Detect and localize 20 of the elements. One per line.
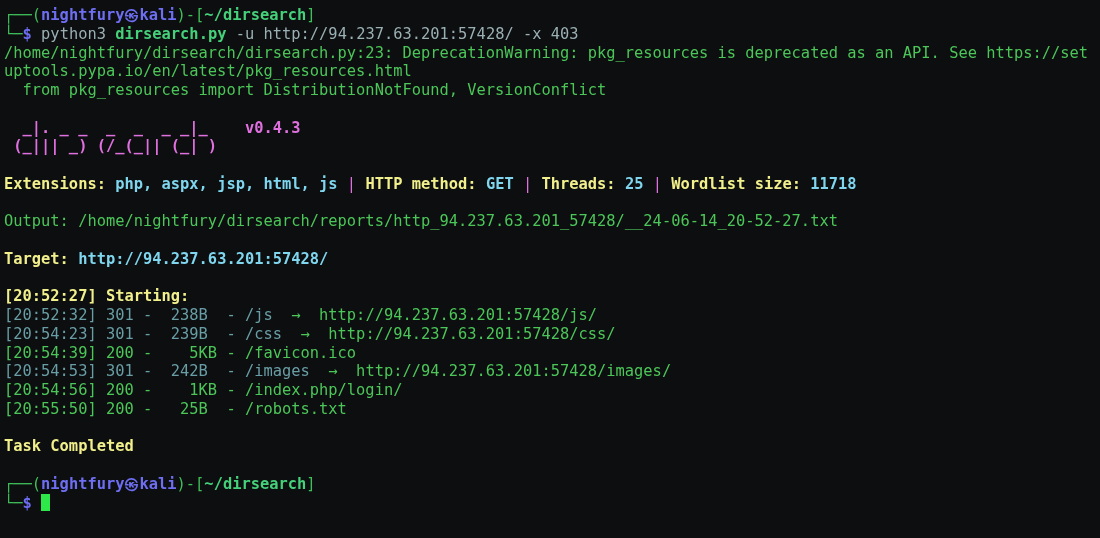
terminal-line: _|. _ _ _ _ _ _|_ v0.4.3 xyxy=(21,118,301,138)
terminal-line: [20:52:32] 301 - 238B - /js → http://94.237.63.201:57428/js/ xyxy=(4,306,598,325)
terminal-line: Output: /home/nightfury/dirsearch/reports/http_94.237.63.201_57428/__24-06-14_20-52-27.txt xyxy=(4,212,838,231)
terminal-line: Extensions: php, aspx, jsp, html, js | HTTP method: GET | Threads: 25 | Wordlist size: 11718 xyxy=(4,174,857,194)
terminal-line: [20:55:50] 200 - 25B - /robots.txt xyxy=(4,399,347,419)
terminal-line: Task Completed xyxy=(4,437,134,456)
terminal-line: └─$ xyxy=(4,493,32,513)
terminal-line: [20:54:53] 301 - 242B - /images → http://94.237.63.201:57428/images/ xyxy=(4,362,672,381)
terminal-line: /home/nightfury/dirsearch/dirsearch.py:23: DeprecationWarning: pkg_resources is deprecated as an API. See https://set xyxy=(4,43,1089,63)
terminal-line: from pkg_resources import DistributionNotFound, VersionConflict xyxy=(21,81,607,100)
terminal-line: [20:54:23] 301 - 239B - /css → http://94.237.63.201:57428/css/ xyxy=(4,324,616,344)
terminal-line: ┌──(nightfury㉿kali)-[~/dirsearch] xyxy=(4,474,316,493)
terminal-line: [20:52:27] Starting: xyxy=(4,287,190,306)
terminal-line: [20:54:39] 200 - 5KB - /favicon.ico xyxy=(4,343,357,363)
terminal-line: Target: http://94.237.63.201:57428/ xyxy=(4,249,329,269)
terminal-line: └─$ python3 dirsearch.py -u http://94.237.63.201:57428/ -x 403 xyxy=(4,24,579,44)
terminal-line: (_||| _) (/_(_|| (_| ) xyxy=(12,137,218,156)
terminal-line: ┌──(nightfury㉿kali)-[~/dirsearch] xyxy=(4,6,316,24)
terminal-line: [20:54:56] 200 - 1KB - /index.php/login/ xyxy=(4,381,403,400)
terminal-line: uptools.pypa.io/en/latest/pkg_resources.html xyxy=(4,62,412,81)
